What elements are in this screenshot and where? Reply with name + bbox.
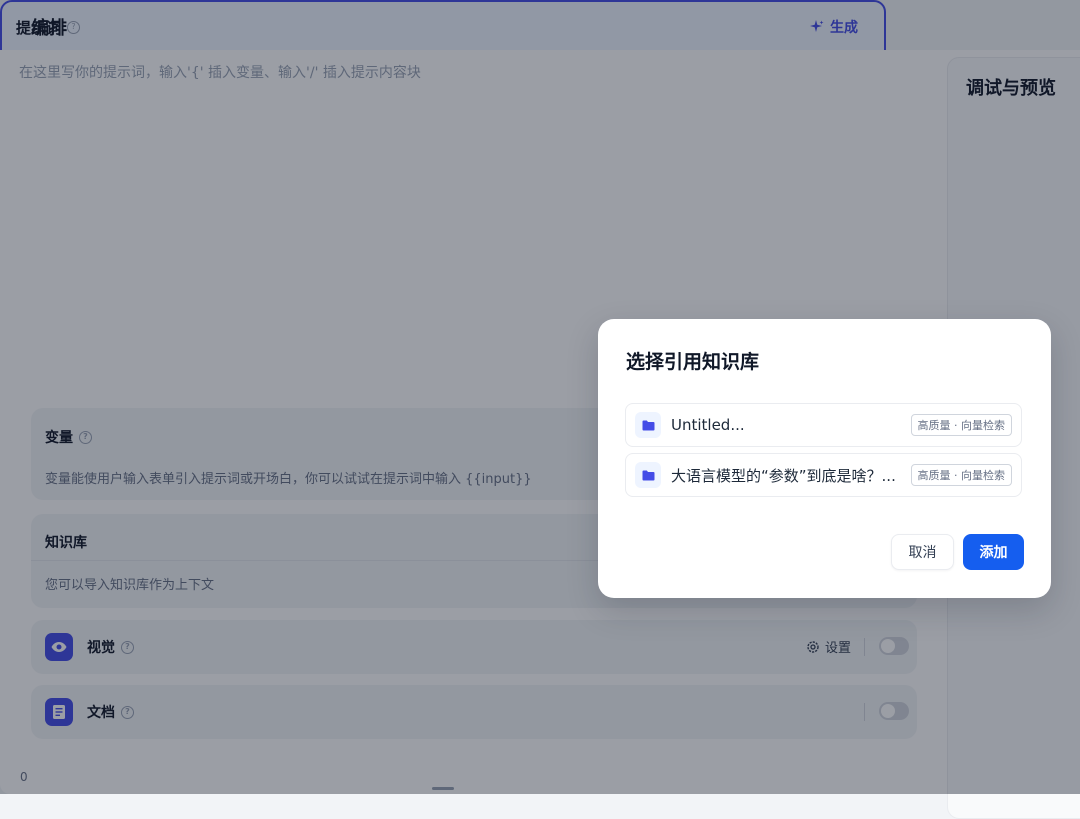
select-knowledge-modal: 选择引用知识库 Untitled... 高质量 · 向量检索 大语言模型的“参数… — [598, 319, 1051, 598]
knowledge-item[interactable]: 大语言模型的“参数”到底是啥？.... 高质量 · 向量检索 — [625, 453, 1022, 497]
index-mode-badge: 高质量 · 向量检索 — [910, 464, 1012, 486]
index-mode-badge: 高质量 · 向量检索 — [910, 414, 1012, 436]
folder-icon — [635, 412, 661, 438]
modal-title: 选择引用知识库 — [626, 351, 760, 373]
cancel-button[interactable]: 取消 — [891, 534, 954, 570]
knowledge-item-name: 大语言模型的“参数”到底是啥？.... — [671, 466, 897, 485]
add-button[interactable]: 添加 — [963, 534, 1024, 570]
knowledge-item-name: Untitled... — [671, 416, 745, 434]
knowledge-item[interactable]: Untitled... 高质量 · 向量检索 — [625, 403, 1022, 447]
folder-icon — [635, 462, 661, 488]
